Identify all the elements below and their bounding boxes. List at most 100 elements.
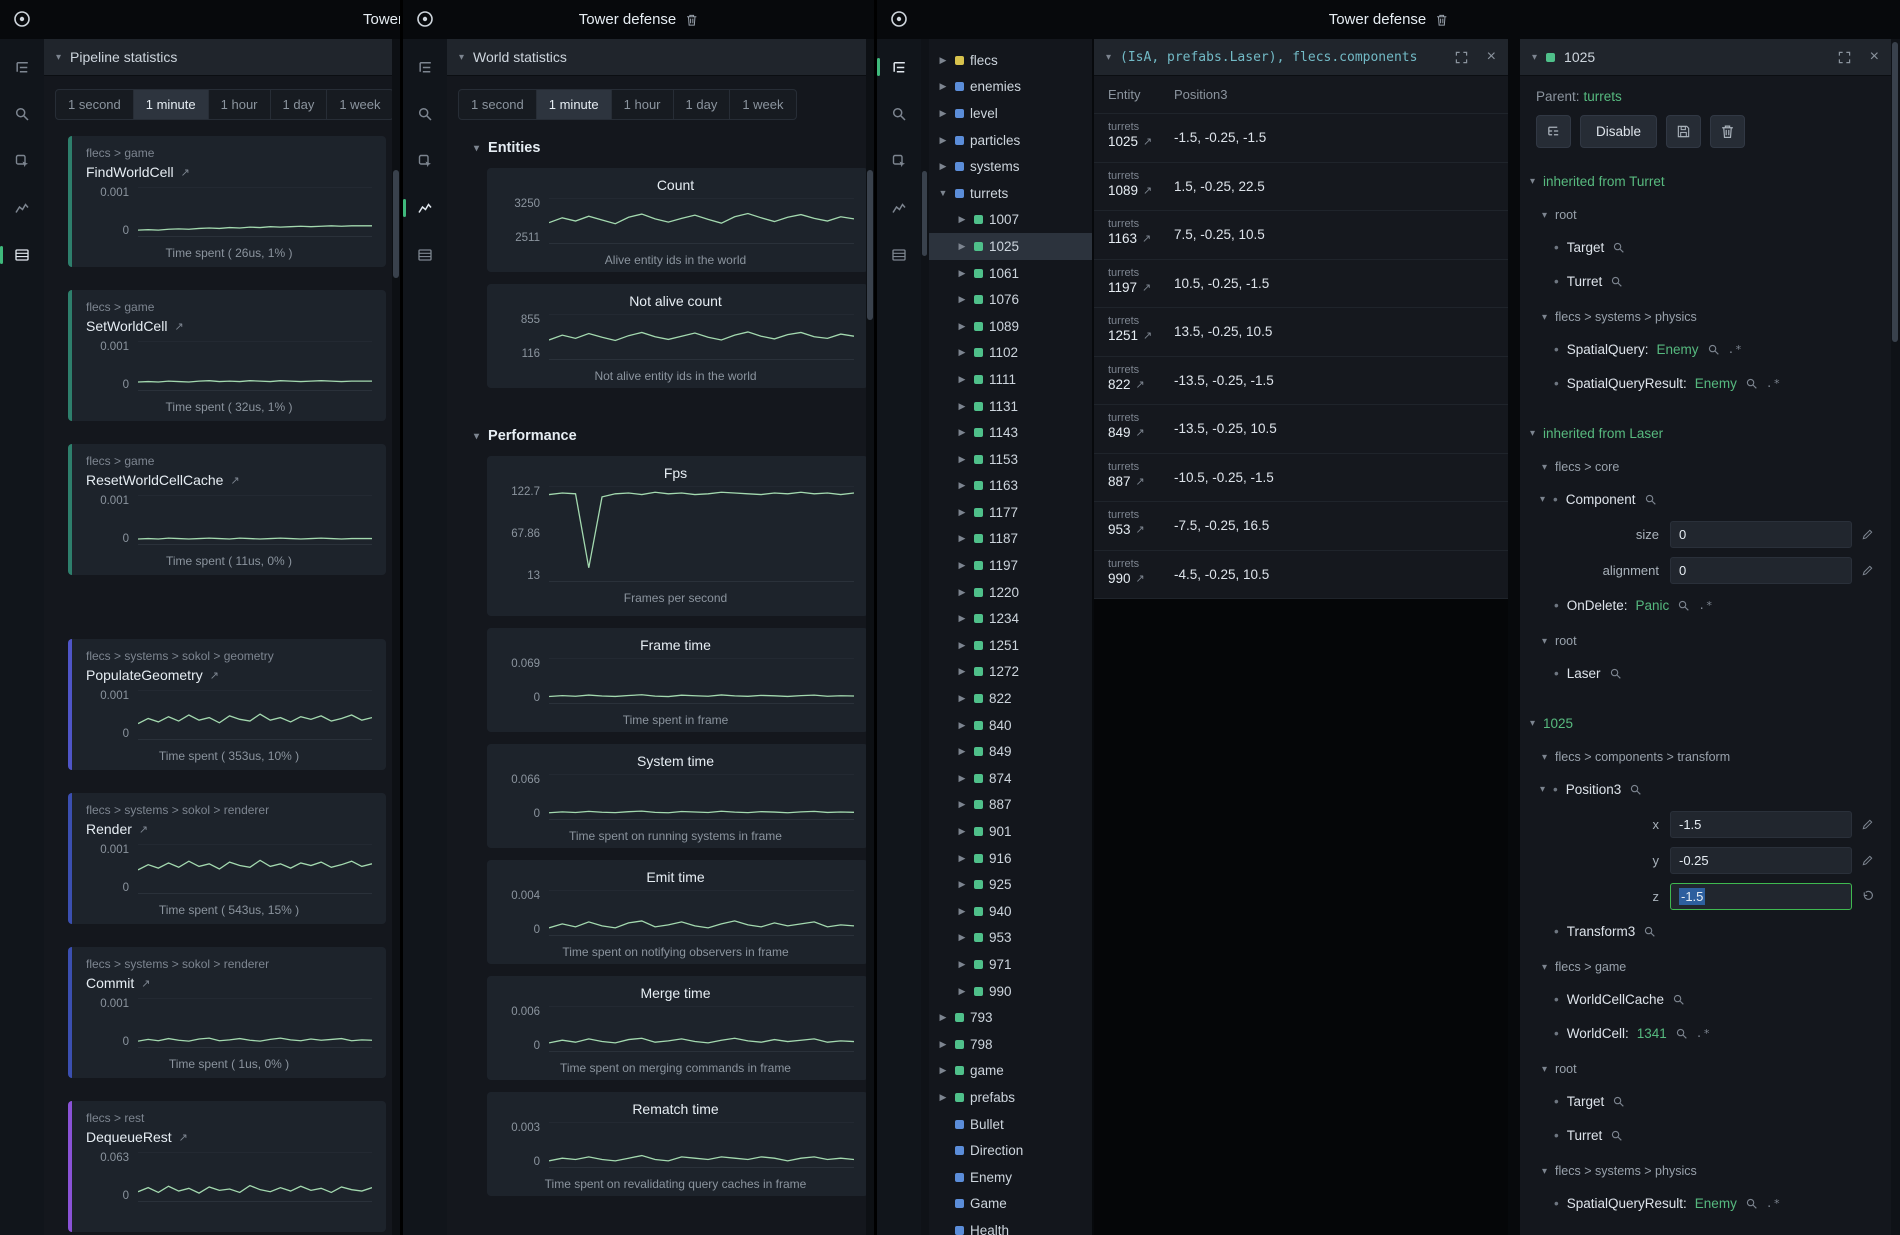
scrollbar-thumb[interactable] bbox=[922, 171, 927, 256]
component-group-flecs-game[interactable]: ▾flecs > game bbox=[1542, 952, 1891, 982]
delete-button[interactable] bbox=[1710, 115, 1745, 148]
tree-view-button[interactable] bbox=[1536, 115, 1571, 148]
tree-item-1251[interactable]: ▶1251 bbox=[929, 632, 1092, 659]
entity-id-link[interactable]: 1163 bbox=[1108, 231, 1137, 246]
component-row-position3[interactable]: ▾•Position3 bbox=[1540, 772, 1891, 806]
component-group-flecs-systems-physics[interactable]: ▾flecs > systems > physics bbox=[1542, 1156, 1891, 1186]
system-name[interactable]: PopulateGeometry bbox=[86, 667, 203, 683]
open-link-icon[interactable]: ↗ bbox=[1136, 378, 1145, 391]
chart-view-icon[interactable] bbox=[10, 196, 34, 220]
component-row-turret[interactable]: •Turret bbox=[1554, 1118, 1891, 1152]
tree-item-1153[interactable]: ▶1153 bbox=[929, 446, 1092, 473]
search-view-icon[interactable] bbox=[10, 102, 34, 126]
search-view-icon[interactable] bbox=[413, 102, 437, 126]
chevron-down-icon[interactable]: ▾ bbox=[1542, 462, 1547, 473]
chevron-down-icon[interactable]: ▾ bbox=[1542, 1166, 1547, 1177]
tree-item-direction[interactable]: Direction bbox=[929, 1137, 1092, 1164]
tree-item-901[interactable]: ▶901 bbox=[929, 818, 1092, 845]
entity-id-link[interactable]: 990 bbox=[1108, 571, 1131, 586]
wildcard-icon[interactable]: .* bbox=[1696, 1027, 1711, 1040]
query-result-row[interactable]: turrets1197↗10.5, -0.25, -1.5 bbox=[1094, 260, 1508, 309]
open-link-icon[interactable]: ↗ bbox=[1142, 281, 1151, 294]
search-icon[interactable] bbox=[1610, 275, 1623, 288]
component-group-flecs-systems-physics[interactable]: ▾flecs > systems > physics bbox=[1542, 302, 1891, 332]
query-string[interactable]: (IsA, prefabs.Laser), flecs.components bbox=[1120, 50, 1417, 65]
tree-item-953[interactable]: ▶953 bbox=[929, 925, 1092, 952]
entity-id-link[interactable]: 1197 bbox=[1108, 280, 1137, 295]
system-name[interactable]: FindWorldCell bbox=[86, 164, 174, 180]
chevron-right-icon[interactable]: ▶ bbox=[956, 720, 968, 731]
open-link-icon[interactable]: ↗ bbox=[1143, 184, 1152, 197]
component-row-target[interactable]: •Target bbox=[1554, 1084, 1891, 1118]
chevron-right-icon[interactable]: ▶ bbox=[956, 853, 968, 864]
section-header-entities[interactable]: ▾Entities bbox=[474, 140, 874, 156]
component-value-link[interactable]: Enemy bbox=[1695, 1196, 1737, 1211]
chevron-right-icon[interactable]: ▶ bbox=[956, 241, 968, 252]
chevron-right-icon[interactable]: ▶ bbox=[956, 932, 968, 943]
chevron-right-icon[interactable]: ▶ bbox=[956, 507, 968, 518]
chevron-right-icon[interactable]: ▶ bbox=[956, 986, 968, 997]
search-icon[interactable] bbox=[1612, 241, 1625, 254]
chevron-right-icon[interactable]: ▶ bbox=[937, 135, 949, 146]
scrollbar-thumb[interactable] bbox=[1892, 42, 1898, 342]
chevron-down-icon[interactable]: ▾ bbox=[1540, 494, 1545, 505]
query-result-row[interactable]: turrets1251↗13.5, -0.25, 10.5 bbox=[1094, 308, 1508, 357]
search-icon[interactable] bbox=[1643, 925, 1656, 938]
world-stats-panel-header[interactable]: ▾ World statistics bbox=[447, 39, 874, 76]
search-icon[interactable] bbox=[1745, 1197, 1758, 1210]
tree-item-1076[interactable]: ▶1076 bbox=[929, 286, 1092, 313]
y-input[interactable]: -0.25 bbox=[1670, 847, 1852, 874]
flecs-logo[interactable] bbox=[889, 9, 909, 29]
wildcard-icon[interactable]: .* bbox=[1698, 599, 1713, 612]
undo-icon[interactable] bbox=[1861, 890, 1874, 903]
search-icon[interactable] bbox=[1644, 493, 1657, 506]
component-row-ondelete-[interactable]: •OnDelete:Panic.* bbox=[1554, 588, 1891, 622]
column-header-position3[interactable]: Position3 bbox=[1174, 87, 1227, 102]
inspect-view-icon[interactable] bbox=[10, 149, 34, 173]
entity-id-link[interactable]: 822 bbox=[1108, 377, 1131, 392]
system-name[interactable]: Render bbox=[86, 821, 132, 837]
column-header-entity[interactable]: Entity bbox=[1094, 87, 1174, 102]
component-value-link[interactable]: Enemy bbox=[1695, 376, 1737, 391]
chevron-down-icon[interactable]: ▾ bbox=[1530, 176, 1535, 187]
tree-item-916[interactable]: ▶916 bbox=[929, 845, 1092, 872]
size-input[interactable]: 0 bbox=[1670, 521, 1852, 548]
tree-item-1163[interactable]: ▶1163 bbox=[929, 473, 1092, 500]
flecs-logo[interactable] bbox=[12, 9, 32, 29]
chevron-right-icon[interactable]: ▶ bbox=[956, 666, 968, 677]
chevron-right-icon[interactable]: ▶ bbox=[956, 214, 968, 225]
tree-item-health[interactable]: Health bbox=[929, 1217, 1092, 1235]
tree-item-1025[interactable]: ▶1025 bbox=[929, 233, 1092, 260]
chevron-right-icon[interactable]: ▶ bbox=[956, 906, 968, 917]
chevron-right-icon[interactable]: ▶ bbox=[937, 81, 949, 92]
tree-item-1187[interactable]: ▶1187 bbox=[929, 526, 1092, 553]
tree-item-1197[interactable]: ▶1197 bbox=[929, 552, 1092, 579]
component-row-spatialqueryresult-[interactable]: •SpatialQueryResult:Enemy.* bbox=[1554, 1186, 1891, 1220]
edit-icon[interactable] bbox=[1861, 564, 1874, 577]
component-row-transform3[interactable]: •Transform3 bbox=[1554, 914, 1891, 948]
open-link-icon[interactable]: ↗ bbox=[181, 166, 190, 179]
tree-item-849[interactable]: ▶849 bbox=[929, 738, 1092, 765]
query-result-row[interactable]: turrets1163↗7.5, -0.25, 10.5 bbox=[1094, 211, 1508, 260]
tree-item-1007[interactable]: ▶1007 bbox=[929, 207, 1092, 234]
search-icon[interactable] bbox=[1672, 993, 1685, 1006]
chevron-down-icon[interactable]: ▾ bbox=[1532, 52, 1537, 63]
timespan-tab-1-minute[interactable]: 1 minute bbox=[537, 90, 612, 119]
search-view-icon[interactable] bbox=[887, 102, 911, 126]
tree-item-level[interactable]: ▶level bbox=[929, 100, 1092, 127]
inspector-scrollbar[interactable] bbox=[1891, 39, 1900, 1235]
tree-item-1143[interactable]: ▶1143 bbox=[929, 419, 1092, 446]
tree-item-990[interactable]: ▶990 bbox=[929, 978, 1092, 1005]
timespan-tab-1-week[interactable]: 1 week bbox=[730, 90, 795, 119]
chevron-down-icon[interactable]: ▾ bbox=[1542, 1064, 1547, 1075]
open-link-icon[interactable]: ↗ bbox=[174, 320, 183, 333]
component-row-worldcell-[interactable]: •WorldCell:1341.* bbox=[1554, 1016, 1891, 1050]
chevron-right-icon[interactable]: ▶ bbox=[956, 613, 968, 624]
timespan-tab-1-day[interactable]: 1 day bbox=[674, 90, 731, 119]
tree-item-enemies[interactable]: ▶enemies bbox=[929, 74, 1092, 101]
tree-item-turrets[interactable]: ▼turrets bbox=[929, 180, 1092, 207]
edit-icon[interactable] bbox=[1861, 854, 1874, 867]
parent-link[interactable]: turrets bbox=[1584, 89, 1622, 104]
chevron-right-icon[interactable]: ▶ bbox=[956, 321, 968, 332]
timespan-tab-1-hour[interactable]: 1 hour bbox=[612, 90, 674, 119]
